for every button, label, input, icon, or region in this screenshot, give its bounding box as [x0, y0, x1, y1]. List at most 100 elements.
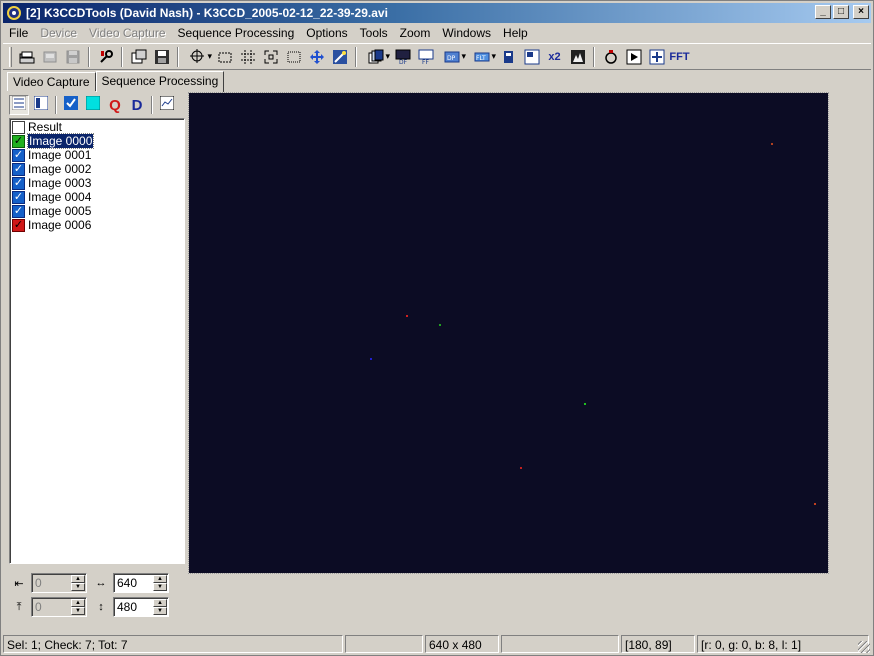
save-image-button[interactable]	[150, 46, 173, 68]
delete-button[interactable]: D	[127, 95, 147, 115]
enhance-dropdown[interactable]: FLT	[467, 46, 497, 68]
uncheck-all-button[interactable]	[83, 95, 103, 115]
document-icon	[501, 49, 517, 65]
open-sequence-button[interactable]	[127, 46, 150, 68]
list-item[interactable]: ✓ Image 0001	[12, 148, 184, 162]
list-item[interactable]: ✓ Image 0004	[12, 190, 184, 204]
checked-checkbox[interactable]: ✓	[12, 148, 25, 162]
image-viewer[interactable]	[188, 92, 829, 574]
fft-label: FFT	[669, 50, 690, 63]
dark-frame-button[interactable]: DF	[391, 46, 414, 68]
reference-checkbox[interactable]: ✓	[12, 134, 25, 148]
crop-button[interactable]	[282, 46, 305, 68]
toolbar-grip[interactable]	[9, 46, 12, 67]
width-up-arrow[interactable]: ▲	[153, 575, 167, 583]
list-item-label: Image 0006	[28, 218, 92, 232]
menu-file[interactable]: File	[3, 26, 34, 40]
unchecked-checkbox[interactable]	[12, 120, 25, 134]
corner-select-button[interactable]	[259, 46, 282, 68]
height-stepper[interactable]: 480 ▲ ▼	[113, 597, 169, 617]
play-button[interactable]	[622, 46, 645, 68]
select-area-button[interactable]	[213, 46, 236, 68]
graph-icon	[159, 95, 175, 114]
checked-checkbox[interactable]: ✓	[12, 162, 25, 176]
list-item-label: Image 0002	[28, 162, 92, 176]
align-mode-dropdown[interactable]	[183, 46, 213, 68]
minimize-button[interactable]: _	[815, 5, 831, 19]
width-down-arrow[interactable]: ▼	[153, 583, 167, 591]
stack-mode-dropdown[interactable]	[361, 46, 391, 68]
x2-label: x2	[548, 50, 561, 63]
histogram-button[interactable]	[566, 46, 589, 68]
grid-select-button[interactable]	[236, 46, 259, 68]
width-stepper[interactable]: 640 ▲ ▼	[113, 573, 169, 593]
list-item[interactable]: ✓ Image 0002	[12, 162, 184, 176]
film-save-icon	[42, 49, 58, 65]
move-arrows-icon	[309, 49, 325, 65]
detail-view-icon	[33, 95, 49, 114]
export-button[interactable]	[497, 46, 520, 68]
menu-sequence-processing[interactable]: Sequence Processing	[172, 26, 301, 40]
star-pixel	[584, 403, 586, 405]
list-item[interactable]: Result	[12, 120, 184, 134]
compare-button[interactable]	[645, 46, 668, 68]
tab-video-capture[interactable]: Video Capture	[7, 72, 96, 91]
compare-icon	[649, 49, 665, 65]
image-sequence-list[interactable]: Result ✓ Image 0000 ✓ Image 0001 ✓ Image…	[9, 118, 185, 564]
flat-field-button[interactable]: FF	[414, 46, 437, 68]
rejected-checkbox[interactable]: ✓	[12, 218, 25, 232]
menu-help[interactable]: Help	[497, 26, 534, 40]
menu-zoom[interactable]: Zoom	[394, 26, 437, 40]
menu-options[interactable]: Options	[300, 26, 353, 40]
resize-grip[interactable]	[858, 641, 870, 653]
tools-button[interactable]	[94, 46, 117, 68]
menu-tools[interactable]: Tools	[354, 26, 394, 40]
fft-button[interactable]: FFT	[668, 46, 691, 68]
close-button[interactable]: ×	[853, 5, 869, 19]
ccd-button[interactable]	[599, 46, 622, 68]
list-item-label: Result	[28, 120, 63, 134]
list-item-label: Image 0004	[28, 190, 92, 204]
save-icon	[154, 49, 170, 65]
checked-checkbox[interactable]: ✓	[12, 190, 25, 204]
move-button[interactable]	[305, 46, 328, 68]
filter-dropdown[interactable]: DP	[437, 46, 467, 68]
app-icon[interactable]	[6, 5, 22, 21]
status-pixel-value: [r: 0, g: 0, b: 8, l: 1]	[697, 635, 869, 653]
tab-sequence-processing[interactable]: Sequence Processing	[95, 71, 225, 92]
wand-icon	[332, 49, 348, 65]
window-title: [2] K3CCDTools (David Nash) - K3CCD_2005…	[26, 6, 388, 20]
detail-view-button[interactable]	[31, 95, 51, 115]
checked-checkbox[interactable]: ✓	[12, 176, 25, 190]
list-item[interactable]: ✓ Image 0000	[12, 133, 184, 149]
star-pixel	[439, 324, 441, 326]
list-item[interactable]: ✓ Image 0006	[12, 218, 184, 232]
height-up-arrow[interactable]: ▲	[153, 599, 167, 607]
height-icon: ↕	[98, 601, 104, 613]
menu-windows[interactable]: Windows	[436, 26, 497, 40]
check-all-button[interactable]	[61, 95, 81, 115]
y-up-arrow: ▲	[71, 599, 85, 607]
svg-text:DF: DF	[399, 59, 408, 65]
list-item[interactable]: ✓ Image 0003	[12, 176, 184, 190]
svg-text:FLT: FLT	[476, 55, 486, 62]
magic-wand-button[interactable]	[328, 46, 351, 68]
open-file-button[interactable]	[15, 46, 38, 68]
ccd-icon	[603, 49, 619, 65]
maximize-button[interactable]: □	[833, 5, 849, 19]
height-down-arrow[interactable]: ▼	[153, 607, 167, 615]
checked-checkbox[interactable]: ✓	[12, 204, 25, 218]
quality-button[interactable]: Q	[105, 95, 125, 115]
play-icon	[626, 49, 642, 65]
star-pixel	[406, 315, 408, 317]
title-bar[interactable]: [2] K3CCDTools (David Nash) - K3CCD_2005…	[3, 3, 871, 23]
star-pixel	[520, 467, 522, 469]
list-item[interactable]: ✓ Image 0005	[12, 204, 184, 218]
status-blank-1	[345, 635, 423, 653]
graph-button[interactable]	[157, 95, 177, 115]
y-offset-value: 0	[35, 600, 42, 614]
y-offset-stepper: 0 ▲ ▼	[31, 597, 87, 617]
frame-button[interactable]	[520, 46, 543, 68]
list-view-button[interactable]	[9, 95, 29, 115]
zoom-x2-button[interactable]: x2	[543, 46, 566, 68]
